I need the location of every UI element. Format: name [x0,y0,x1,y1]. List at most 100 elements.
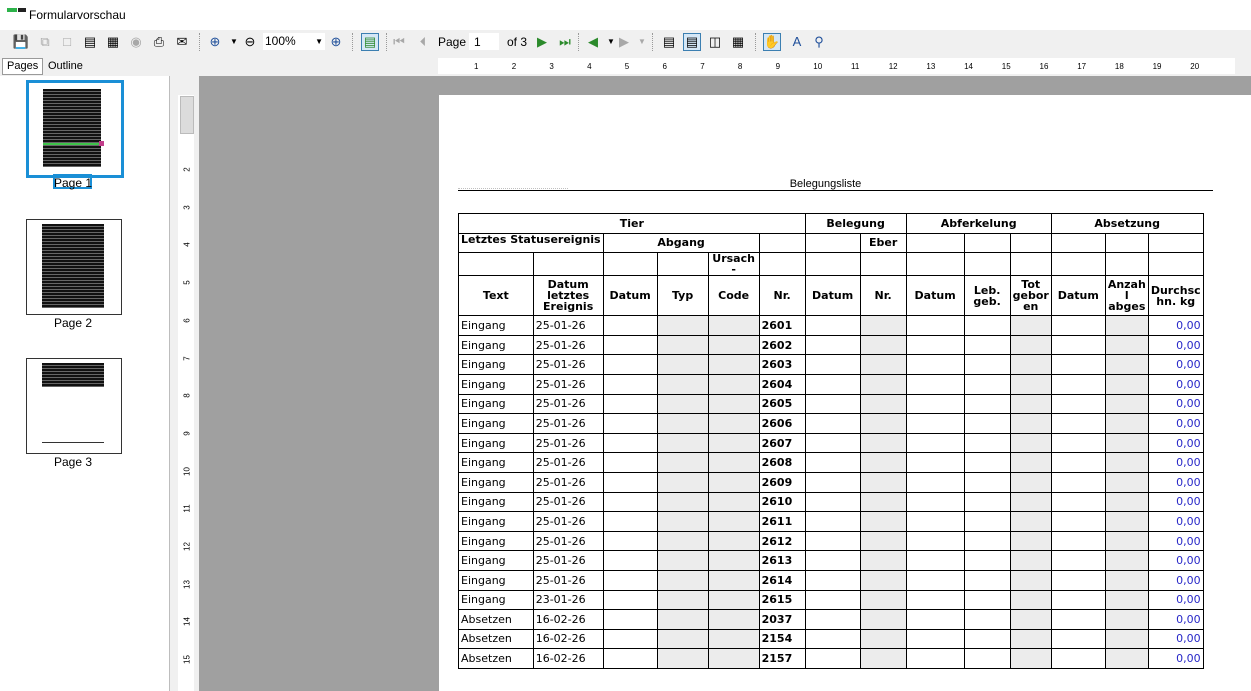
row-text: Eingang [458,530,534,552]
row-cell [602,609,658,630]
row-cell [602,530,658,552]
zoom-out-icon[interactable]: ⊖ [241,33,259,51]
row-cell [804,609,861,630]
first-page-icon[interactable]: ⏮ [390,33,408,51]
table-row: Eingang 25-01-26 2602 0,00 [458,334,1204,356]
ruler-tick: 10 [182,466,192,476]
print-icon[interactable]: ⎙ [150,33,168,51]
row-cell [1009,648,1052,669]
next-page-icon[interactable]: ▶ [533,33,551,51]
hand-tool-icon[interactable]: ✋ [763,33,781,51]
continuous-page-icon[interactable]: ▤ [683,33,701,51]
row-cell [1009,334,1052,356]
row-cell [859,628,907,650]
row-cell [859,334,907,356]
forward-icon[interactable]: ▶ [615,33,633,51]
row-cell [1104,452,1149,473]
row-cell [804,452,861,473]
row-date: 25-01-26 [532,511,604,532]
sub-eber: Eber [859,232,907,254]
row-cell [859,471,907,493]
row-cell [1050,530,1106,552]
forward-dropdown-icon[interactable]: ▼ [633,33,651,51]
copy-icon[interactable]: ⧉ [36,33,54,51]
row-cell [859,354,907,375]
report-title: Belegungsliste [789,178,862,190]
last-page-icon[interactable]: ⏭ [556,33,574,51]
thumbnail-page-2[interactable] [26,219,122,315]
tab-outline[interactable]: Outline [43,58,88,75]
row-value: 0,00 [1147,413,1204,434]
row-cell [1104,628,1149,650]
back-icon[interactable]: ◀ [584,33,602,51]
ruler-tick: 13 [926,62,936,71]
tab-pages[interactable]: Pages [2,58,44,75]
zoom-in-dropdown-icon[interactable]: ⊕ [206,33,224,51]
row-date: 25-01-26 [532,315,604,336]
row-cell [804,569,861,591]
email-icon[interactable]: ✉ [173,33,191,51]
document-viewer[interactable]: Belegungsliste Tier Belegung Abferkelung… [199,76,1251,691]
page-number-input[interactable]: 1 [469,33,499,50]
page-setup-icon[interactable]: □ [58,33,76,51]
row-cell [1050,569,1106,591]
zoom-in-icon[interactable]: ⊕ [327,33,345,51]
row-cell [804,354,861,375]
ruler-tick: 12 [182,542,192,551]
ruler-tick: 15 [1001,62,1011,71]
vertical-ruler: 2 3 4 5 6 7 8 9 10 11 12 13 14 15 [178,95,194,691]
row-cell [859,373,907,395]
single-page-icon[interactable]: ▤ [660,33,678,51]
sub-letztes: Letztes Statusereignis [458,232,604,254]
row-nr: 2611 [758,511,806,532]
column-header: Tot gebor en [1009,275,1052,317]
row-cell [905,471,965,493]
thumbnail-page-3[interactable] [26,358,122,454]
row-cell [963,354,1011,375]
table-row: Eingang 25-01-26 2613 0,00 [458,550,1204,571]
row-cell [1009,413,1052,434]
row-cell [963,315,1011,336]
table-row: Eingang 25-01-26 2601 0,00 [458,315,1204,336]
row-cell [905,550,965,571]
save-icon[interactable]: 💾 [12,33,30,51]
find-icon[interactable]: ⚲ [810,33,828,51]
row-cell [963,393,1011,415]
row-cell [1009,550,1052,571]
row-value: 0,00 [1147,471,1204,493]
row-cell [963,471,1011,493]
ruler-tick: 5 [182,280,192,285]
row-cell [1104,648,1149,669]
row-cell [1050,648,1106,669]
zoom-select[interactable]: 100% ▼ [263,33,325,50]
thumbnails-toggle-icon[interactable]: ▤ [361,33,379,51]
row-text: Eingang [458,334,534,356]
export-icon[interactable]: ▦ [104,33,122,51]
row-date: 25-01-26 [532,373,604,395]
thumbnail-page-1[interactable] [29,83,115,169]
row-cell [804,550,861,571]
row-cell [1009,609,1052,630]
row-value: 0,00 [1147,550,1204,571]
row-cell [1009,589,1052,611]
row-cell [963,628,1011,650]
ruler-tick: 6 [182,318,192,323]
two-pages-icon[interactable]: ◫ [706,33,724,51]
previous-page-icon[interactable]: ⏴ [414,33,432,51]
row-cell [602,432,658,454]
row-cell [804,589,861,611]
ruler-tick: 11 [182,504,192,513]
row-cell [859,530,907,552]
stop-icon[interactable]: ◉ [127,33,145,51]
text-select-icon[interactable]: A [788,33,806,51]
row-cell [859,432,907,454]
thumbnail-panel: Page 1 Page 2 Page 3 [0,76,170,691]
row-cell [602,413,658,434]
row-text: Eingang [458,471,534,493]
row-cell [656,511,709,532]
row-cell [707,628,760,650]
multiple-pages-icon[interactable]: ▦ [729,33,747,51]
row-value: 0,00 [1147,373,1204,395]
row-cell [656,413,709,434]
document-icon[interactable]: ▤ [81,33,99,51]
